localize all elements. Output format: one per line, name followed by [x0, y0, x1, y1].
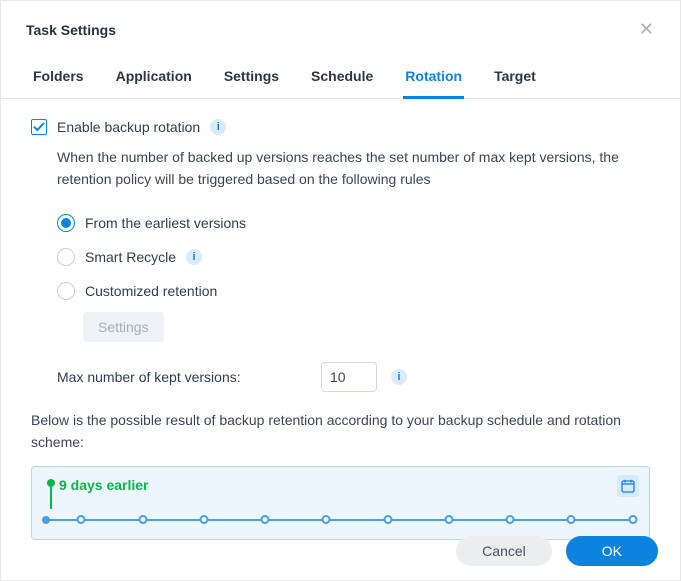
- max-versions-row: Max number of kept versions: i: [57, 362, 650, 392]
- tab-schedule[interactable]: Schedule: [309, 60, 375, 99]
- radio-row-smart: Smart Recycle i: [57, 240, 650, 274]
- timeline-tick: [322, 515, 331, 524]
- timeline-tick: [567, 515, 576, 524]
- enable-rotation-label: Enable backup rotation: [57, 119, 200, 135]
- info-icon[interactable]: i: [391, 369, 407, 385]
- close-icon[interactable]: ✕: [633, 17, 660, 42]
- timeline-tick: [628, 515, 637, 524]
- rotation-description: When the number of backed up versions re…: [57, 147, 650, 190]
- radio-custom[interactable]: [57, 282, 75, 300]
- timeline-tick: [506, 515, 515, 524]
- enable-rotation-row: Enable backup rotation i: [31, 119, 650, 135]
- radio-custom-label: Customized retention: [85, 283, 217, 299]
- retention-timeline: 9 days earlier: [31, 466, 650, 540]
- timeline-marker-label: 9 days earlier: [59, 477, 149, 493]
- enable-rotation-checkbox[interactable]: [31, 119, 47, 135]
- timeline-marker-stem: [50, 487, 52, 509]
- tab-bar: Folders Application Settings Schedule Ro…: [1, 52, 680, 99]
- timeline-marker-dot: [47, 479, 55, 487]
- radio-row-custom: Customized retention: [57, 274, 650, 308]
- timeline-tick: [138, 515, 147, 524]
- tab-application[interactable]: Application: [114, 60, 194, 99]
- timeline-tick: [261, 515, 270, 524]
- info-icon[interactable]: i: [186, 249, 202, 265]
- dialog-footer: Cancel OK: [456, 536, 658, 566]
- task-settings-dialog: Task Settings ✕ Folders Application Sett…: [0, 0, 681, 581]
- cancel-button[interactable]: Cancel: [456, 536, 552, 566]
- custom-retention-settings-button: Settings: [83, 312, 164, 342]
- tab-folders[interactable]: Folders: [31, 60, 86, 99]
- retention-radio-group: From the earliest versions Smart Recycle…: [57, 206, 650, 308]
- info-icon[interactable]: i: [210, 119, 226, 135]
- tab-rotation[interactable]: Rotation: [403, 60, 464, 99]
- calendar-icon[interactable]: [617, 475, 639, 497]
- timeline-tick: [444, 515, 453, 524]
- dialog-title: Task Settings: [26, 22, 116, 38]
- rotation-panel: Enable backup rotation i When the number…: [1, 99, 680, 554]
- timeline-description: Below is the possible result of backup r…: [31, 410, 650, 453]
- radio-smart-label: Smart Recycle: [85, 249, 176, 265]
- radio-smart[interactable]: [57, 248, 75, 266]
- tab-settings[interactable]: Settings: [222, 60, 281, 99]
- radio-earliest-label: From the earliest versions: [85, 215, 246, 231]
- timeline-ticks: [46, 515, 635, 525]
- tab-target[interactable]: Target: [492, 60, 538, 99]
- dialog-header: Task Settings ✕: [1, 1, 680, 52]
- radio-earliest[interactable]: [57, 214, 75, 232]
- timeline-tick: [199, 515, 208, 524]
- radio-row-earliest: From the earliest versions: [57, 206, 650, 240]
- ok-button[interactable]: OK: [566, 536, 658, 566]
- max-versions-label: Max number of kept versions:: [57, 369, 307, 385]
- timeline-tick: [383, 515, 392, 524]
- timeline-tick: [77, 515, 86, 524]
- max-versions-input[interactable]: [321, 362, 377, 392]
